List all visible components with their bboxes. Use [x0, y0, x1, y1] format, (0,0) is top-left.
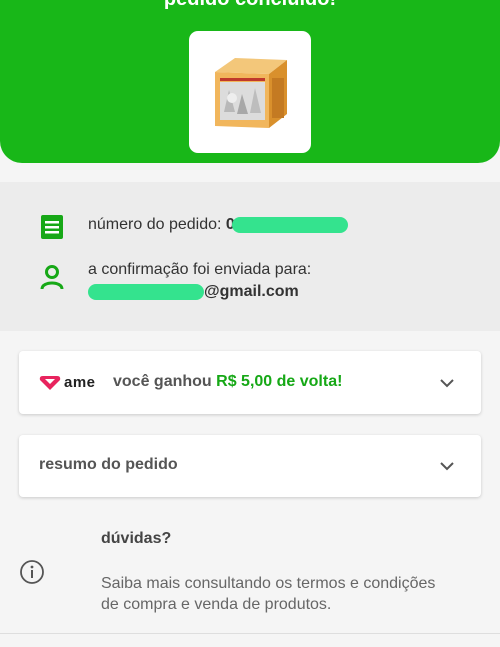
order-summary-card[interactable]: resumo do pedido — [19, 435, 481, 497]
confirmation-email: @gmail.com — [88, 282, 299, 302]
receipt-icon — [40, 214, 64, 245]
product-box-image — [215, 58, 287, 128]
redacted-email — [88, 283, 204, 300]
order-number-label: número do pedido: — [88, 216, 222, 233]
help-text[interactable]: Saiba mais consultando os termos e condi… — [101, 573, 441, 615]
cashback-prefix: você ganhou — [113, 373, 212, 390]
product-thumbnail — [189, 31, 311, 153]
info-icon — [20, 560, 44, 584]
order-summary-label: resumo do pedido — [39, 456, 178, 473]
cashback-message: você ganhou R$ 5,00 de volta! — [113, 373, 342, 391]
cashback-value: R$ 5,00 de volta! — [216, 373, 343, 390]
confirmation-label: a confirmação foi enviada para: — [88, 261, 312, 278]
user-icon — [40, 264, 64, 295]
success-header: pedido concluído! — [0, 0, 500, 163]
redacted-order-number — [231, 216, 348, 233]
order-info-section: número do pedido: 0 a confirmação foi en… — [0, 182, 500, 331]
email-domain: @gmail.com — [204, 283, 299, 300]
divider — [0, 633, 500, 634]
ame-logo: ame — [39, 374, 96, 391]
chevron-down-icon[interactable] — [439, 375, 455, 391]
ame-cashback-card[interactable]: ame você ganhou R$ 5,00 de volta! — [19, 351, 481, 414]
ame-brand-text: ame — [64, 374, 96, 391]
help-title: dúvidas? — [101, 530, 172, 547]
ame-heart-icon — [39, 375, 61, 390]
page-title: pedido concluído! — [0, 0, 500, 11]
chevron-down-icon[interactable] — [439, 458, 455, 474]
